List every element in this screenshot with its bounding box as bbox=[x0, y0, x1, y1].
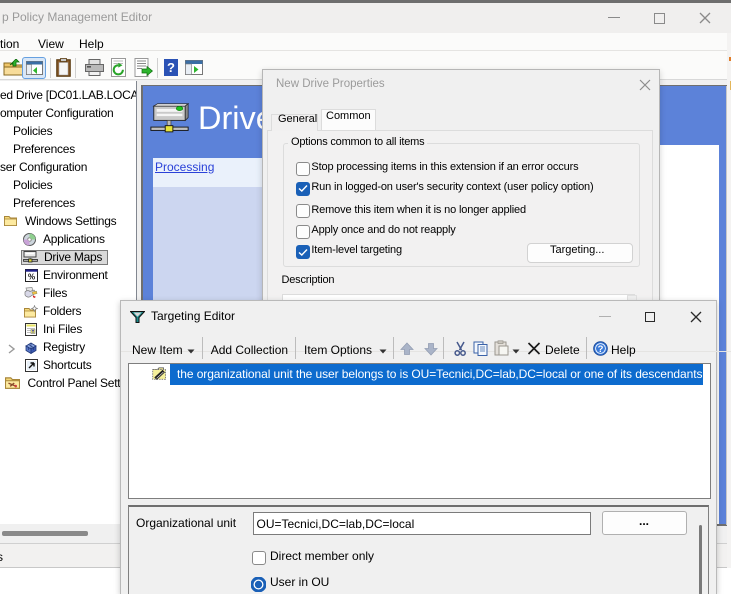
svg-text:%: % bbox=[28, 273, 35, 282]
svg-text:?: ? bbox=[598, 344, 604, 355]
